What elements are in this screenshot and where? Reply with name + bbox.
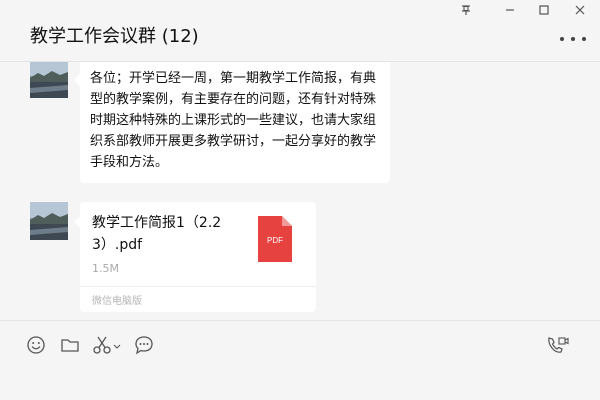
- pin-icon: [462, 5, 470, 15]
- scissors-icon: [93, 336, 121, 354]
- sender-avatar[interactable]: [30, 202, 68, 240]
- file-size: 1.5M: [92, 262, 119, 275]
- message-input-area[interactable]: [0, 360, 600, 400]
- input-toolbar: [0, 320, 600, 360]
- video-call-button[interactable]: [546, 335, 570, 355]
- more-icon-dot: [582, 37, 586, 41]
- close-button[interactable]: [570, 2, 590, 18]
- landscape-avatar: [30, 62, 68, 98]
- folder-icon: [61, 339, 79, 352]
- emoji-icon: [27, 336, 45, 354]
- file-source: 微信电脑版: [92, 296, 142, 307]
- minimize-button[interactable]: [500, 2, 520, 18]
- pdf-icon: PDF: [258, 216, 292, 262]
- sender-avatar[interactable]: [30, 62, 68, 98]
- maximize-icon: [539, 5, 549, 15]
- chat-history-button[interactable]: [134, 335, 156, 355]
- chat-header: 教学工作会议群 (12): [0, 0, 600, 62]
- landscape-avatar: [30, 202, 68, 240]
- emoji-button[interactable]: [26, 335, 46, 355]
- pin-button[interactable]: [456, 2, 476, 18]
- send-file-button[interactable]: [60, 335, 82, 355]
- file-card-divider: [80, 286, 316, 287]
- minimize-icon: [506, 9, 514, 11]
- more-icon-dot: [571, 37, 575, 41]
- more-button[interactable]: [560, 32, 586, 46]
- close-icon: [575, 5, 585, 15]
- chat-history-icon: [135, 336, 153, 355]
- more-icon: [560, 37, 564, 41]
- file-name: 教学工作简报1（2.23）.pdf: [92, 215, 222, 253]
- pdf-badge: PDF: [267, 236, 283, 245]
- file-message-card[interactable]: 教学工作简报1（2.23）.pdf 1.5M PDF 微信电脑版: [74, 202, 316, 312]
- chat-title: 教学工作会议群 (12): [30, 26, 199, 47]
- message-list[interactable]: 各位；开学已经一周，第一期教学工作简报，有典型的教学案例，有主要存在的问题，还有…: [0, 62, 600, 314]
- maximize-button[interactable]: [534, 2, 554, 18]
- message-bubble-text[interactable]: 各位；开学已经一周，第一期教学工作简报，有典型的教学案例，有主要存在的问题，还有…: [74, 62, 390, 183]
- screenshot-button[interactable]: [92, 335, 122, 355]
- video-call-icon: [548, 337, 569, 353]
